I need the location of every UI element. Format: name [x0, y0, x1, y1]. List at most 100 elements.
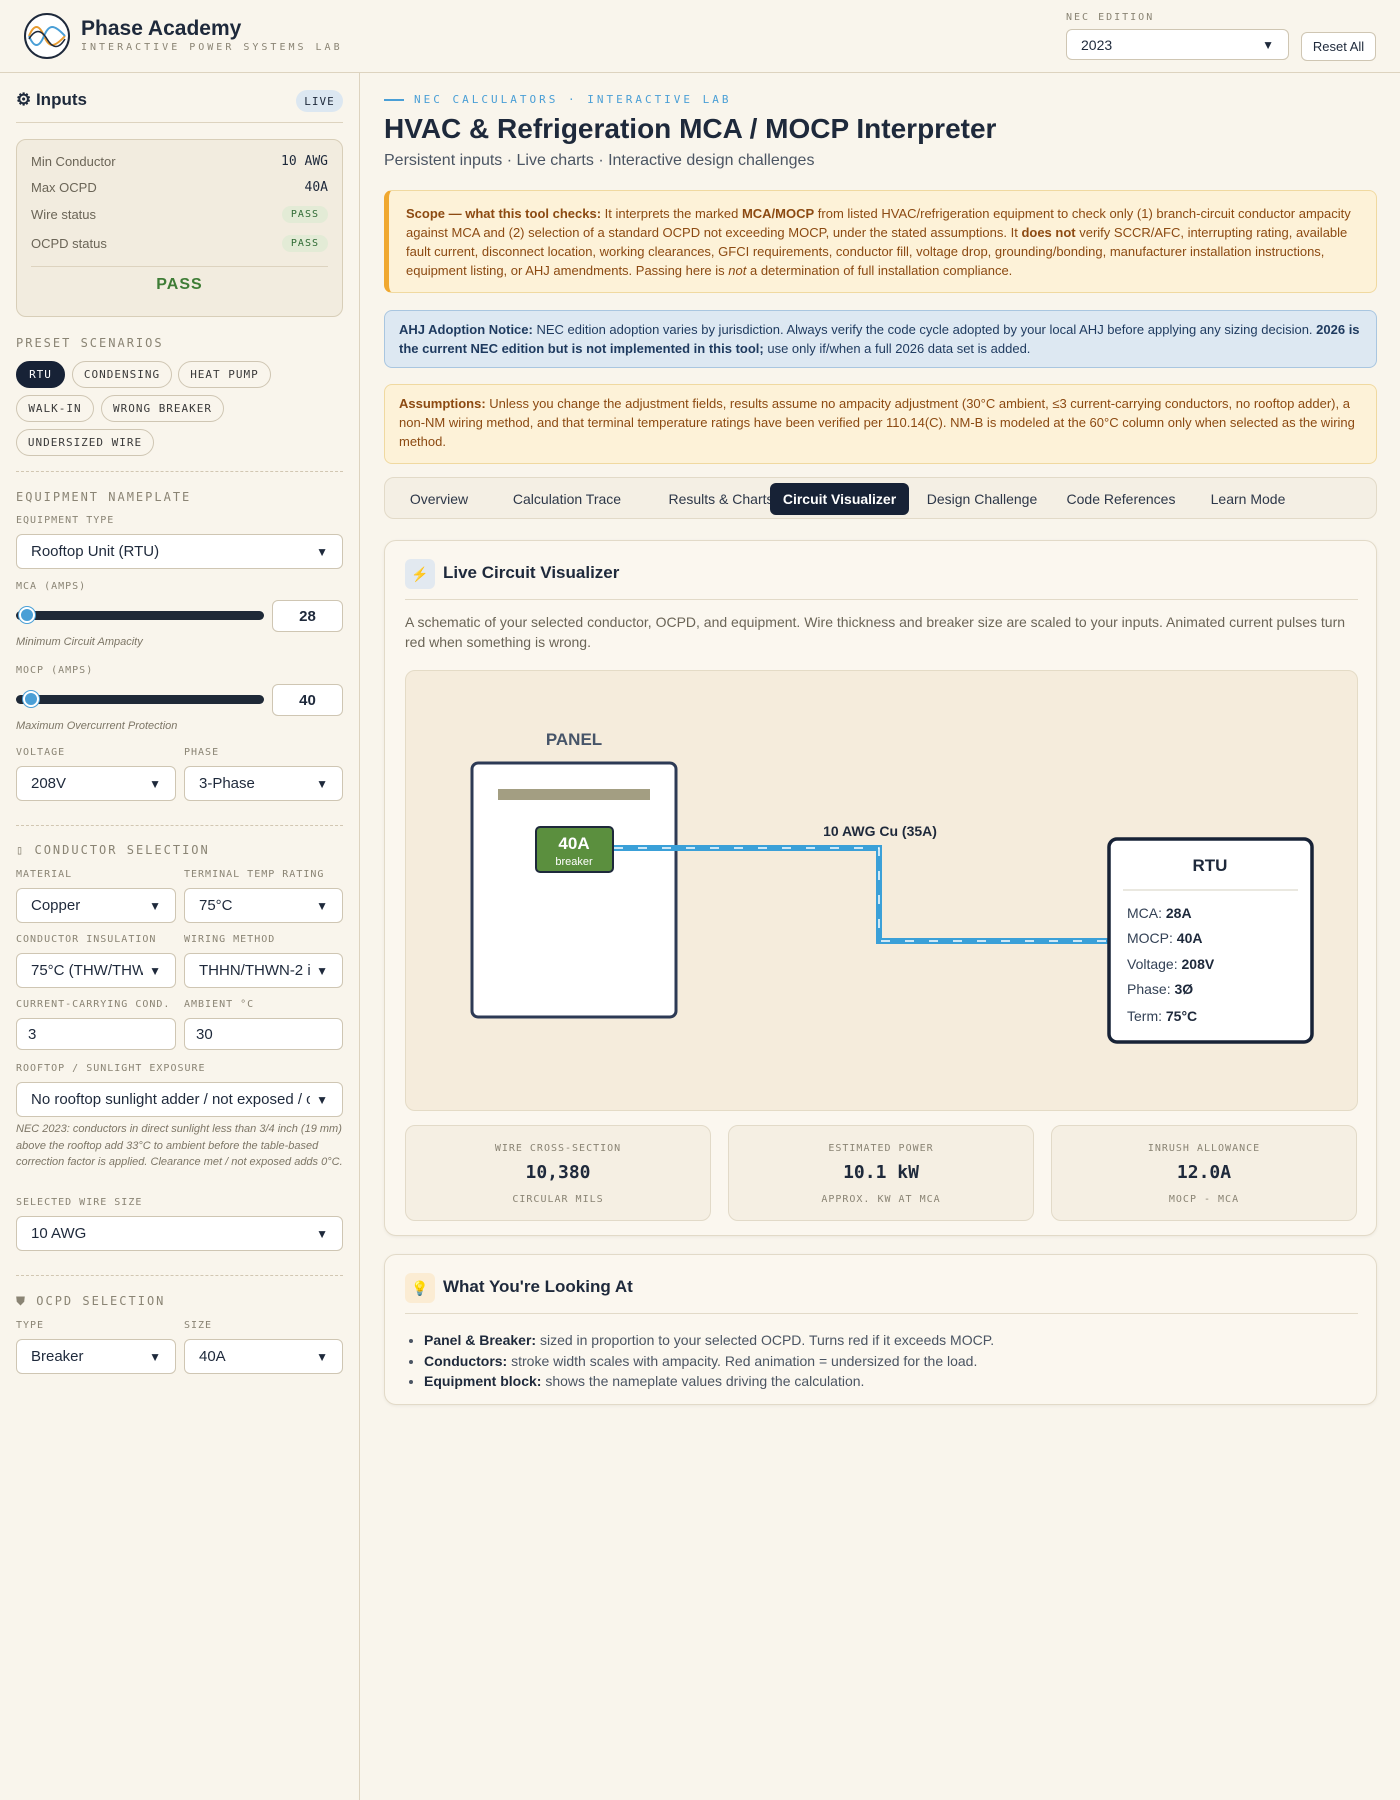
tab-calculation-trace[interactable]: Calculation Trace [492, 483, 642, 515]
list-item: Conductors: stroke width scales with amp… [424, 1351, 1358, 1372]
mocp-input[interactable]: 40 [272, 684, 343, 716]
chevron-down-icon: ▼ [149, 898, 161, 913]
ocpd-status-row: OCPD status PASS [31, 235, 328, 252]
kicker-line [384, 98, 404, 101]
chevron-down-icon: ▼ [149, 963, 161, 978]
chevron-down-icon: ▼ [316, 776, 328, 791]
chevron-down-icon: ▼ [149, 776, 161, 791]
mca-label: MCA (AMPS) [16, 581, 87, 592]
preset-wrong-breaker-chip[interactable]: WRONG BREAKER [101, 395, 224, 422]
terminal-temp-label: TERMINAL TEMP RATING [184, 869, 325, 880]
ambient-input[interactable]: 30 [184, 1018, 343, 1050]
live-badge: LIVE [296, 90, 343, 112]
insulation-select[interactable]: 75°C (THW/THWN) ▼ [16, 953, 176, 988]
wire-cross-section-stat: WIRE CROSS-SECTION 10,380 CIRCULAR MILS [405, 1125, 711, 1221]
tab-overview[interactable]: Overview [389, 483, 489, 515]
ocpd-type-label: TYPE [16, 1320, 45, 1331]
divider [16, 825, 343, 826]
max-ocpd-row: Max OCPD 40A [31, 180, 328, 195]
wire-status-row: Wire status PASS [31, 206, 328, 223]
wiring-method-select[interactable]: THHN/THWN-2 in conduit ▼ [184, 953, 343, 988]
visualizer-description: A schematic of your selected conductor, … [405, 614, 1346, 650]
chevron-down-icon: ▼ [149, 1349, 161, 1364]
page-kicker: NEC CALCULATORS · INTERACTIVE LAB [384, 93, 732, 106]
min-conductor-row: Min Conductor 10 AWG [31, 154, 328, 169]
ccc-input[interactable]: 3 [16, 1018, 176, 1050]
ocpd-status-badge: PASS [281, 235, 328, 252]
nec-edition-select[interactable]: 2023 ▼ [1066, 29, 1289, 60]
chevron-down-icon: ▼ [316, 1226, 328, 1241]
rooftop-select[interactable]: No rooftop sunlight adder / not exposed … [16, 1082, 343, 1117]
panel-bus-bar [498, 789, 650, 800]
preset-walk-in-chip[interactable]: WALK-IN [16, 395, 94, 422]
estimated-power-value: 10.1 kW [843, 1162, 919, 1183]
preset-condensing-chip[interactable]: CONDENSING [72, 361, 172, 388]
equipment-type-label: EQUIPMENT TYPE [16, 515, 115, 526]
brand-name: Phase Academy [81, 17, 242, 40]
panel-label: PANEL [546, 730, 602, 749]
circuit-diagram: PANEL 40A breaker 10 AWG Cu (35A) RTU MC… [405, 670, 1358, 1111]
reset-all-button[interactable]: Reset All [1301, 32, 1376, 61]
legend-title: What You're Looking At [443, 1277, 633, 1296]
tab-design-challenge[interactable]: Design Challenge [913, 483, 1051, 515]
divider [405, 1313, 1358, 1314]
page-subtitle: Persistent inputs · Live charts · Intera… [384, 152, 815, 169]
preset-undersized-wire-chip[interactable]: UNDERSIZED WIRE [16, 429, 154, 456]
tab-circuit-visualizer[interactable]: Circuit Visualizer [770, 483, 909, 515]
wire-status-badge: PASS [281, 206, 328, 223]
max-ocpd-value: 40A [304, 180, 328, 195]
voltage-label: VOLTAGE [16, 747, 66, 758]
insulation-label: CONDUCTOR INSULATION [16, 934, 157, 945]
results-summary-card: Min Conductor 10 AWG Max OCPD 40A Wire s… [16, 139, 343, 317]
phase-academy-logo[interactable] [24, 13, 70, 59]
divider [405, 599, 1358, 600]
mocp-slider[interactable] [16, 695, 264, 704]
inputs-sidebar: ⚙ Inputs LIVE Min Conductor 10 AWG Max O… [0, 73, 360, 1800]
equipment-term: Term: 75°C [1127, 1008, 1197, 1024]
divider [31, 266, 328, 267]
rooftop-label: ROOFTOP / SUNLIGHT EXPOSURE [16, 1063, 206, 1074]
lightning-icon: ⚡ [405, 559, 435, 589]
panel-box[interactable] [470, 761, 678, 1019]
terminal-temp-select[interactable]: 75°C ▼ [184, 888, 343, 923]
mocp-slider-thumb[interactable] [23, 691, 39, 707]
material-select[interactable]: Copper ▼ [16, 888, 176, 923]
chevron-down-icon: ▼ [316, 963, 328, 978]
equipment-voltage: Voltage: 208V [1127, 956, 1215, 972]
mca-input[interactable]: 28 [272, 600, 343, 632]
ocpd-type-select[interactable]: Breaker ▼ [16, 1339, 176, 1374]
visualizer-title: Live Circuit Visualizer [443, 563, 620, 582]
brand-tagline: INTERACTIVE POWER SYSTEMS LAB [81, 42, 343, 53]
overall-status: PASS [156, 276, 203, 293]
min-conductor-value: 10 AWG [281, 154, 328, 169]
app-header: Phase Academy INTERACTIVE POWER SYSTEMS … [0, 0, 1400, 73]
ocpd-size-select[interactable]: 40A ▼ [184, 1339, 343, 1374]
mocp-label: MOCP (AMPS) [16, 665, 94, 676]
mocp-hint: Maximum Overcurrent Protection [16, 720, 178, 732]
current-pulses [614, 847, 1111, 942]
phase-select[interactable]: 3-Phase ▼ [184, 766, 343, 801]
divider [16, 471, 343, 472]
preset-rtu-chip[interactable]: RTU [16, 361, 65, 388]
equipment-type-select[interactable]: Rooftop Unit (RTU) ▼ [16, 534, 343, 569]
breaker-sub-label: breaker [555, 856, 593, 868]
wire-size-select[interactable]: 10 AWG ▼ [16, 1216, 343, 1251]
material-label: MATERIAL [16, 869, 73, 880]
equipment-name: RTU [1193, 856, 1228, 875]
mca-slider-thumb[interactable] [19, 607, 35, 623]
tab-code-references[interactable]: Code References [1055, 483, 1187, 515]
tab-learn-mode[interactable]: Learn Mode [1190, 483, 1306, 515]
preset-heat-pump-chip[interactable]: HEAT PUMP [178, 361, 271, 388]
scope-notice: Scope — what this tool checks: It interp… [384, 190, 1377, 293]
wire-label: 10 AWG Cu (35A) [823, 823, 937, 839]
mca-slider[interactable] [16, 611, 264, 620]
circuit-visualizer-card: ⚡ Live Circuit Visualizer A schematic of… [384, 540, 1377, 1236]
voltage-select[interactable]: 208V ▼ [16, 766, 176, 801]
conductor-wire [614, 845, 1111, 944]
ahj-notice: AHJ Adoption Notice: NEC edition adoptio… [384, 310, 1377, 368]
legend-list: Panel & Breaker: sized in proportion to … [405, 1330, 1358, 1392]
preset-scenarios-label: PRESET SCENARIOS [16, 336, 164, 350]
nec-edition-label: NEC EDITION [1066, 12, 1155, 23]
inrush-allowance-value: 12.0A [1176, 1162, 1232, 1183]
equipment-mca: MCA: 28A [1127, 905, 1192, 921]
